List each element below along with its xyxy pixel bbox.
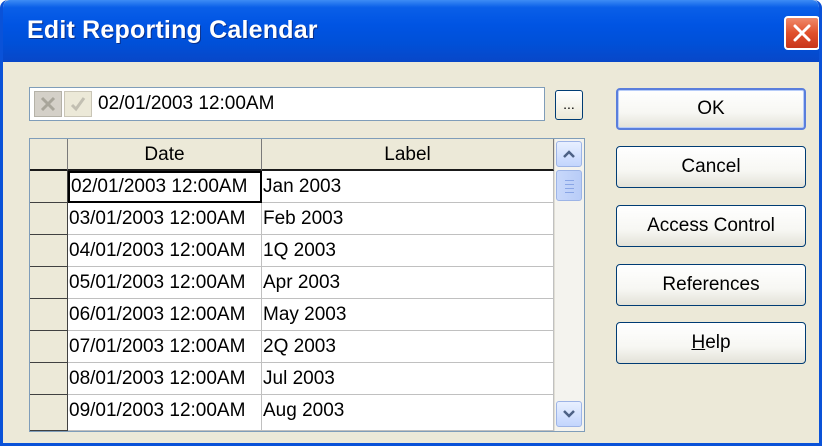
table-cell-label[interactable]: Apr 2003 [262, 267, 554, 299]
table-cell-date[interactable]: 08/01/2003 12:00AM [68, 363, 262, 395]
table-cell-date[interactable]: 07/01/2003 12:00AM [68, 331, 262, 363]
help-button[interactable]: Help [616, 322, 806, 364]
confirm-edit-button[interactable] [64, 91, 92, 117]
arrow-down-icon [563, 410, 575, 418]
calendar-grid: Date Label 02/01/2003 12:00AM Jan 2003 0… [29, 138, 585, 432]
dialog-title: Edit Reporting Calendar [27, 16, 318, 44]
row-selector[interactable] [30, 203, 68, 235]
select-all-corner[interactable] [30, 139, 68, 171]
scroll-up-button[interactable] [556, 141, 582, 167]
table-cell-label[interactable]: 2Q 2003 [262, 331, 554, 363]
table-cell-label[interactable]: Feb 2003 [262, 203, 554, 235]
ellipsis-button[interactable]: ... [555, 90, 583, 120]
check-icon [70, 97, 86, 112]
table-cell-label[interactable]: May 2003 [262, 299, 554, 331]
table-cell-date[interactable]: 06/01/2003 12:00AM [68, 299, 262, 331]
row-selector[interactable] [30, 171, 68, 203]
cell-value-input[interactable]: 02/01/2003 12:00AM [98, 93, 274, 115]
row-selector[interactable] [30, 363, 68, 395]
row-selector[interactable] [30, 395, 68, 431]
table-cell-label[interactable]: Aug 2003 [262, 395, 554, 431]
table-cell-date[interactable]: 05/01/2003 12:00AM [68, 267, 262, 299]
vertical-scrollbar[interactable] [554, 139, 584, 431]
column-header-date[interactable]: Date [68, 139, 262, 171]
arrow-up-icon [563, 150, 575, 158]
table-cell-date[interactable]: 02/01/2003 12:00AM [68, 171, 262, 203]
references-button[interactable]: References [616, 264, 806, 306]
title-bar[interactable]: Edit Reporting Calendar [3, 0, 819, 62]
table-cell-label[interactable]: Jan 2003 [262, 171, 554, 203]
scroll-down-button[interactable] [556, 401, 582, 427]
cancel-edit-button[interactable] [34, 91, 62, 117]
dialog-window: Edit Reporting Calendar 02/01/2003 12:00… [0, 0, 822, 446]
table-cell-date[interactable]: 04/01/2003 12:00AM [68, 235, 262, 267]
row-selector[interactable] [30, 267, 68, 299]
table-cell-label[interactable]: 1Q 2003 [262, 235, 554, 267]
scroll-thumb[interactable] [556, 170, 582, 201]
close-button[interactable] [784, 16, 819, 50]
column-header-label[interactable]: Label [262, 139, 554, 171]
x-icon [40, 96, 56, 112]
table-cell-date[interactable]: 03/01/2003 12:00AM [68, 203, 262, 235]
help-mnemonic: H [691, 332, 706, 353]
table-cell-label[interactable]: Jul 2003 [262, 363, 554, 395]
row-selector[interactable] [30, 235, 68, 267]
access-control-button[interactable]: Access Control [616, 205, 806, 247]
edit-bar: 02/01/2003 12:00AM [29, 87, 545, 121]
close-icon [793, 24, 811, 42]
row-selector[interactable] [30, 331, 68, 363]
table-cell-date[interactable]: 09/01/2003 12:00AM [68, 395, 262, 431]
cancel-button[interactable]: Cancel [616, 146, 806, 188]
ok-button[interactable]: OK [616, 88, 806, 130]
row-selector[interactable] [30, 299, 68, 331]
help-label: elp [705, 332, 731, 353]
